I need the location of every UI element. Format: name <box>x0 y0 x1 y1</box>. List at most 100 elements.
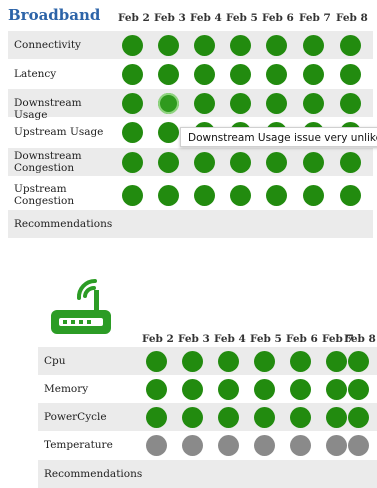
recommendations-row[interactable]: Recommendations <box>8 210 373 238</box>
status-dot-green[interactable] <box>266 151 287 173</box>
broadband-title: Broadband <box>8 6 101 24</box>
date-header: Feb 8 <box>344 333 376 345</box>
status-dot-green[interactable] <box>122 184 143 206</box>
status-dot-green[interactable] <box>230 34 251 56</box>
status-dot-green[interactable] <box>194 63 215 85</box>
table-row: Latency <box>8 60 373 88</box>
table-row: Downstream Usage <box>8 89 373 121</box>
date-header: Feb 3 <box>178 333 210 345</box>
date-header: Feb 5 <box>226 12 258 24</box>
date-header: Feb 8 <box>336 12 368 24</box>
status-dot-grey[interactable] <box>326 434 347 456</box>
status-dot-green[interactable] <box>340 151 361 173</box>
status-dot-grey[interactable] <box>218 434 239 456</box>
status-dot-green[interactable] <box>122 121 143 143</box>
status-dot-green[interactable] <box>290 350 311 372</box>
row-label: Cpu <box>44 355 66 367</box>
status-dot-green[interactable] <box>146 350 167 372</box>
date-header: Feb 6 <box>286 333 318 345</box>
status-dot-green[interactable] <box>326 378 347 400</box>
row-label: Latency <box>14 68 57 80</box>
status-dot-green[interactable] <box>158 184 179 206</box>
status-dot-green[interactable] <box>303 151 324 173</box>
status-dot-green[interactable] <box>266 63 287 85</box>
date-header: Feb 3 <box>154 12 186 24</box>
status-dot-green[interactable] <box>348 406 369 428</box>
router-icon <box>51 278 111 334</box>
status-dot-hover[interactable] <box>158 92 179 114</box>
status-dot-green[interactable] <box>182 378 203 400</box>
status-dot-green[interactable] <box>303 92 324 114</box>
status-dot-green[interactable] <box>230 184 251 206</box>
status-dot-green[interactable] <box>122 92 143 114</box>
status-dot-grey[interactable] <box>290 434 311 456</box>
status-dot-green[interactable] <box>194 34 215 56</box>
status-dot-grey[interactable] <box>146 434 167 456</box>
status-dot-green[interactable] <box>340 63 361 85</box>
date-header: Feb 2 <box>142 333 174 345</box>
row-label: Downstream Congestion <box>14 150 82 174</box>
status-dot-green[interactable] <box>303 63 324 85</box>
date-header: Feb 4 <box>190 12 222 24</box>
date-header: Feb 4 <box>214 333 246 345</box>
table-row: Upstream Congestion <box>8 181 373 209</box>
status-dot-green[interactable] <box>194 92 215 114</box>
recommendations-row[interactable]: Recommendations <box>38 460 377 488</box>
status-dot-green[interactable] <box>348 378 369 400</box>
status-dot-grey[interactable] <box>348 434 369 456</box>
row-label: Temperature <box>44 439 113 451</box>
table-row: Downstream Congestion <box>8 148 373 176</box>
status-dot-green[interactable] <box>182 350 203 372</box>
status-dot-green[interactable] <box>218 350 239 372</box>
table-row: PowerCycle <box>38 403 377 431</box>
table-row: Cpu <box>38 347 377 375</box>
status-dot-green[interactable] <box>290 406 311 428</box>
status-dot-green[interactable] <box>254 378 275 400</box>
date-header: Feb 7 <box>299 12 331 24</box>
status-dot-grey[interactable] <box>254 434 275 456</box>
status-dot-green[interactable] <box>230 63 251 85</box>
status-dot-green[interactable] <box>122 34 143 56</box>
status-dot-green[interactable] <box>254 350 275 372</box>
status-dot-green[interactable] <box>158 34 179 56</box>
status-dot-green[interactable] <box>182 406 203 428</box>
row-label: Memory <box>44 383 89 395</box>
table-row: Temperature <box>38 431 377 459</box>
status-dot-green[interactable] <box>218 406 239 428</box>
status-dot-green[interactable] <box>158 63 179 85</box>
status-dot-green[interactable] <box>266 34 287 56</box>
row-label: Connectivity <box>14 39 81 51</box>
status-dot-green[interactable] <box>158 151 179 173</box>
date-header: Feb 5 <box>250 333 282 345</box>
status-dot-grey[interactable] <box>182 434 203 456</box>
status-dot-green[interactable] <box>122 63 143 85</box>
status-dot-green[interactable] <box>266 92 287 114</box>
status-dot-green[interactable] <box>230 92 251 114</box>
date-header: Feb 6 <box>262 12 294 24</box>
status-tooltip: Downstream Usage issue very unlike <box>180 127 377 147</box>
status-dot-green[interactable] <box>194 184 215 206</box>
status-dot-green[interactable] <box>158 121 179 143</box>
status-dot-green[interactable] <box>266 184 287 206</box>
status-dot-green[interactable] <box>290 378 311 400</box>
status-dot-green[interactable] <box>194 151 215 173</box>
row-label: Upstream Congestion <box>14 183 75 207</box>
status-dot-green[interactable] <box>146 378 167 400</box>
row-label: Upstream Usage <box>14 126 104 138</box>
status-dot-green[interactable] <box>340 184 361 206</box>
status-dot-green[interactable] <box>303 34 324 56</box>
status-dot-green[interactable] <box>326 406 347 428</box>
status-dot-green[interactable] <box>348 350 369 372</box>
table-row: Memory <box>38 375 377 403</box>
status-dot-green[interactable] <box>303 184 324 206</box>
row-label: PowerCycle <box>44 411 107 423</box>
status-dot-green[interactable] <box>340 92 361 114</box>
status-dot-green[interactable] <box>340 34 361 56</box>
status-dot-green[interactable] <box>218 378 239 400</box>
date-header: Feb 2 <box>118 12 150 24</box>
status-dot-green[interactable] <box>122 151 143 173</box>
status-dot-green[interactable] <box>254 406 275 428</box>
status-dot-green[interactable] <box>326 350 347 372</box>
status-dot-green[interactable] <box>230 151 251 173</box>
status-dot-green[interactable] <box>146 406 167 428</box>
